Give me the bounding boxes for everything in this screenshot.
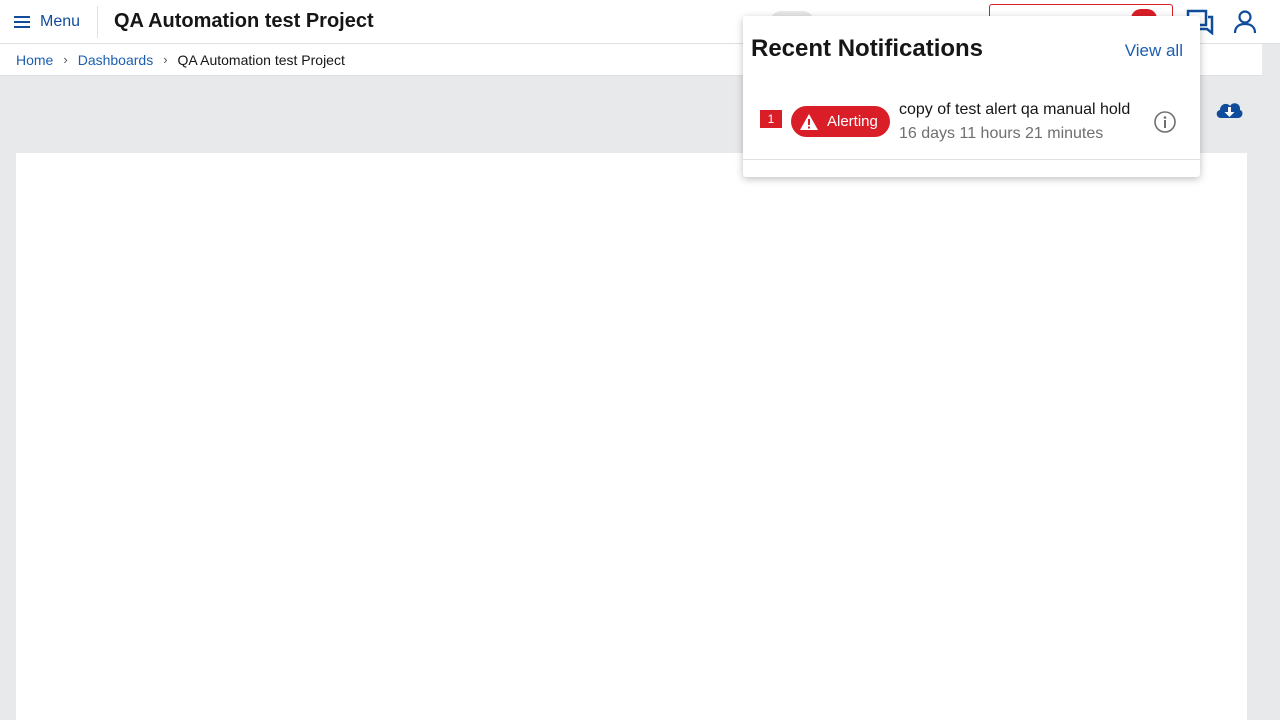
notification-time: 16 days 11 hours 21 minutes <box>899 125 1104 142</box>
menu-button[interactable]: Menu <box>0 0 98 44</box>
info-icon[interactable] <box>1153 110 1177 134</box>
cloud-download-icon[interactable] <box>1214 98 1244 124</box>
user-icon[interactable] <box>1232 9 1258 35</box>
breadcrumb-separator: › <box>163 52 168 67</box>
notification-text: copy of test alert qa manual hold <box>899 101 1131 118</box>
breadcrumb-home[interactable]: Home <box>16 52 53 68</box>
notifications-popover: Recent Notifications View all 1 Alerting… <box>743 16 1200 177</box>
status-label: Alerting <box>827 113 878 130</box>
view-all-link[interactable]: View all <box>1125 41 1183 61</box>
header-divider <box>97 6 98 38</box>
notification-item[interactable]: 1 Alerting copy of test alert qa manual … <box>743 92 1200 160</box>
breadcrumb-dashboards[interactable]: Dashboards <box>78 52 154 68</box>
menu-label: Menu <box>40 13 81 30</box>
status-badge: Alerting <box>791 106 890 137</box>
breadcrumb-current: QA Automation test Project <box>177 51 345 68</box>
popover-title: Recent Notifications <box>751 35 984 62</box>
hamburger-icon <box>14 16 30 28</box>
warning-triangle-icon <box>800 113 818 130</box>
breadcrumb-separator: › <box>63 52 68 67</box>
notification-count: 1 <box>760 110 782 128</box>
page-title: QA Automation test Project <box>114 10 374 32</box>
dashboard-canvas <box>16 153 1247 720</box>
